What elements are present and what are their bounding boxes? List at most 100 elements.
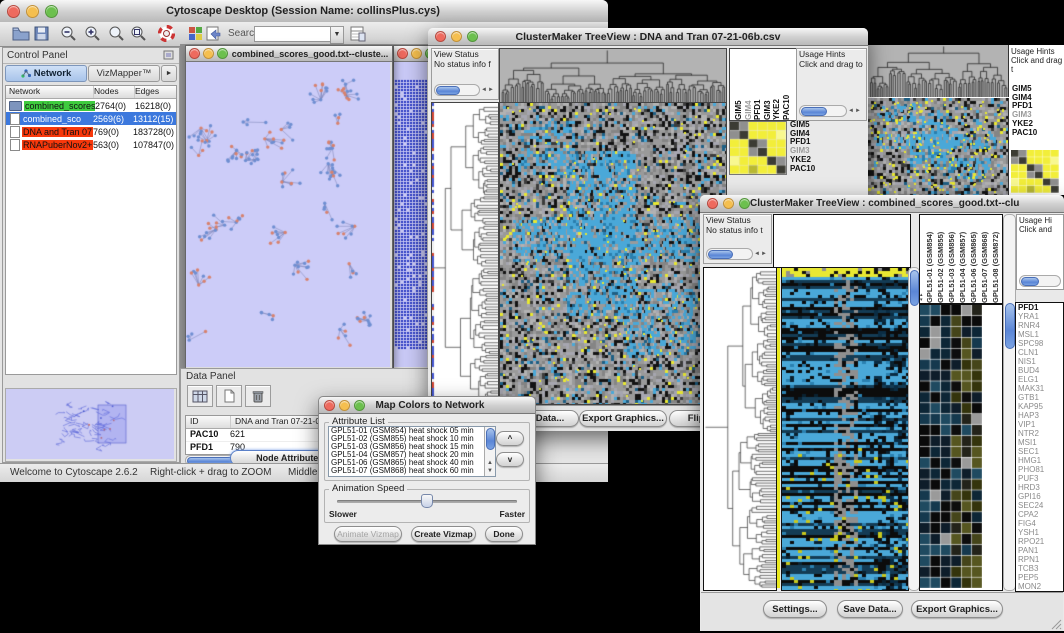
gene-label[interactable]: PFD1	[1016, 303, 1063, 312]
network-window-1[interactable]: combined_scores_good.txt--cluste...	[185, 45, 393, 369]
gene-label[interactable]: CPA2	[1016, 510, 1063, 519]
view-status-scrollbar[interactable]	[434, 84, 480, 96]
gene-label[interactable]: FIG4	[1016, 519, 1063, 528]
attribute-item[interactable]: GPL51-04 (GSM857) heat shock 20 min	[329, 451, 495, 459]
gene-label[interactable]: ELG1	[1016, 375, 1063, 384]
close-button[interactable]	[189, 48, 200, 59]
gene-label[interactable]: HAP3	[1016, 411, 1063, 420]
zoom-button[interactable]	[217, 48, 228, 59]
open-file-icon[interactable]	[12, 26, 30, 41]
close-button[interactable]	[7, 5, 20, 18]
gene-label[interactable]: KAP95	[1016, 402, 1063, 411]
gene-label[interactable]: RNR4	[1016, 321, 1063, 330]
new-attribute-button[interactable]	[216, 385, 242, 407]
speed-slider-thumb[interactable]	[421, 494, 433, 508]
minimize-button[interactable]	[411, 48, 422, 59]
close-button[interactable]	[397, 48, 408, 59]
gene-label[interactable]: TCB3	[1016, 564, 1063, 573]
move-up-button[interactable]: ^	[496, 431, 524, 446]
table-mode-button[interactable]	[187, 385, 213, 407]
network-table-row[interactable]: combined_scores2764(0)16218(0)	[6, 99, 176, 112]
gene-label[interactable]: CLN1	[1016, 348, 1063, 357]
minimize-button[interactable]	[26, 5, 39, 18]
heatmap-canvas[interactable]	[499, 102, 727, 405]
attribute-browser-icon[interactable]	[350, 25, 366, 42]
save-data-button[interactable]: Save Data...	[837, 600, 903, 618]
zoom-button[interactable]	[45, 5, 58, 18]
column-dendrogram-canvas[interactable]	[499, 48, 727, 103]
treeview2-titlebar[interactable]: ClusterMaker TreeView : combined_scores_…	[700, 195, 1064, 213]
vizmap-grid-icon[interactable]	[188, 26, 203, 41]
tab-network[interactable]: Network	[5, 65, 87, 82]
gene-label[interactable]: MAK31	[1016, 384, 1063, 393]
export-graphics-button[interactable]: Export Graphics...	[911, 600, 1003, 618]
main-titlebar[interactable]: Cytoscape Desktop (Session Name: collins…	[0, 0, 608, 23]
gene-label[interactable]: SEC24	[1016, 501, 1063, 510]
attribute-item[interactable]: GPL51-02 (GSM855) heat shock 10 min	[329, 435, 495, 443]
similarity-matrix-canvas[interactable]	[729, 121, 787, 175]
dialog-titlebar[interactable]: Map Colors to Network	[319, 397, 535, 414]
row-dendrogram-canvas[interactable]	[703, 267, 777, 591]
gene-label[interactable]: PAN1	[1016, 546, 1063, 555]
zoom-button[interactable]	[739, 198, 750, 209]
animate-vizmap-button[interactable]: Animate Vizmap	[334, 526, 402, 542]
scroll-left-icon[interactable]: ◄	[481, 85, 487, 95]
heatmap-canvas[interactable]	[868, 98, 1009, 195]
gene-label[interactable]: SPC98	[1016, 339, 1063, 348]
zoom-button[interactable]	[354, 400, 365, 411]
network-view-canvas[interactable]	[186, 62, 390, 367]
gene-label[interactable]: HRD3	[1016, 483, 1063, 492]
minimize-button[interactable]	[203, 48, 214, 59]
scroll-left-icon[interactable]: ◄	[754, 249, 760, 259]
zoom-in-icon[interactable]	[84, 25, 101, 42]
export-graphics-button[interactable]: Export Graphics...	[579, 410, 667, 427]
gene-label[interactable]: RPO21	[1016, 537, 1063, 546]
gene-label[interactable]: HMG1	[1016, 456, 1063, 465]
gene-label[interactable]: BUD4	[1016, 366, 1063, 375]
gene-label[interactable]: VIP1	[1016, 420, 1063, 429]
delete-attribute-button[interactable]	[245, 385, 271, 407]
minimize-button[interactable]	[339, 400, 350, 411]
annotation-doc-icon[interactable]	[206, 26, 221, 41]
similarity-matrix-canvas[interactable]	[1011, 150, 1059, 193]
network-table-row[interactable]: DNA and Tran 07769(0)183728(0)	[6, 125, 176, 138]
zoom-out-icon[interactable]	[60, 25, 77, 42]
create-vizmap-button[interactable]: Create Vizmap	[411, 526, 476, 542]
gene-label[interactable]: NTR2	[1016, 429, 1063, 438]
gene-label[interactable]: SEC1	[1016, 447, 1063, 456]
minimize-button[interactable]	[723, 198, 734, 209]
usage-hints-scrollbar[interactable]	[1019, 275, 1061, 287]
network-overview-canvas[interactable]	[6, 389, 174, 459]
scroll-right-icon[interactable]: ►	[761, 249, 767, 259]
usage-hints-scrollbar[interactable]	[799, 105, 847, 117]
tab-overflow-arrow[interactable]: ►	[161, 65, 177, 82]
gene-label[interactable]: MON2	[1016, 582, 1063, 591]
close-button[interactable]	[707, 198, 718, 209]
gene-label[interactable]: PUF3	[1016, 474, 1063, 483]
zoom-fit-icon[interactable]	[130, 25, 147, 42]
zoom-button[interactable]	[467, 31, 478, 42]
gene-label[interactable]: GPI16	[1016, 492, 1063, 501]
heatmap-canvas[interactable]	[781, 267, 909, 591]
zoomed-heatmap-canvas[interactable]	[920, 305, 982, 588]
tab-vizmapper[interactable]: VizMapper™	[88, 65, 160, 82]
float-panel-icon[interactable]	[163, 50, 175, 61]
attribute-item[interactable]: GPL51-03 (GSM856) heat shock 15 min	[329, 443, 495, 451]
settings-button[interactable]: Settings...	[763, 600, 827, 618]
network-window-2[interactable]	[393, 45, 430, 369]
gene-label[interactable]: YSH1	[1016, 528, 1063, 537]
network-view-canvas-2[interactable]	[394, 62, 427, 367]
scroll-down-icon[interactable]: ▼	[487, 466, 493, 476]
network-table-row[interactable]: combined_sco2569(6)13112(15)	[6, 112, 176, 125]
minimize-button[interactable]	[451, 31, 462, 42]
close-button[interactable]	[324, 400, 335, 411]
network-table-row[interactable]: RNAPuberNov2+!563(0)107847(0)	[6, 138, 176, 151]
close-button[interactable]	[435, 31, 446, 42]
network-overview-panel[interactable]	[5, 388, 177, 462]
search-input[interactable]	[254, 26, 332, 42]
gene-label[interactable]: YRA1	[1016, 312, 1063, 321]
attribute-item[interactable]: GPL51-06 (GSM865) heat shock 40 min	[329, 459, 495, 467]
attribute-item[interactable]: GPL51-07 (GSM868) heat shock 60 min	[329, 467, 495, 475]
resize-grip-icon[interactable]	[1050, 618, 1062, 630]
gene-label[interactable]: PHO81	[1016, 465, 1063, 474]
